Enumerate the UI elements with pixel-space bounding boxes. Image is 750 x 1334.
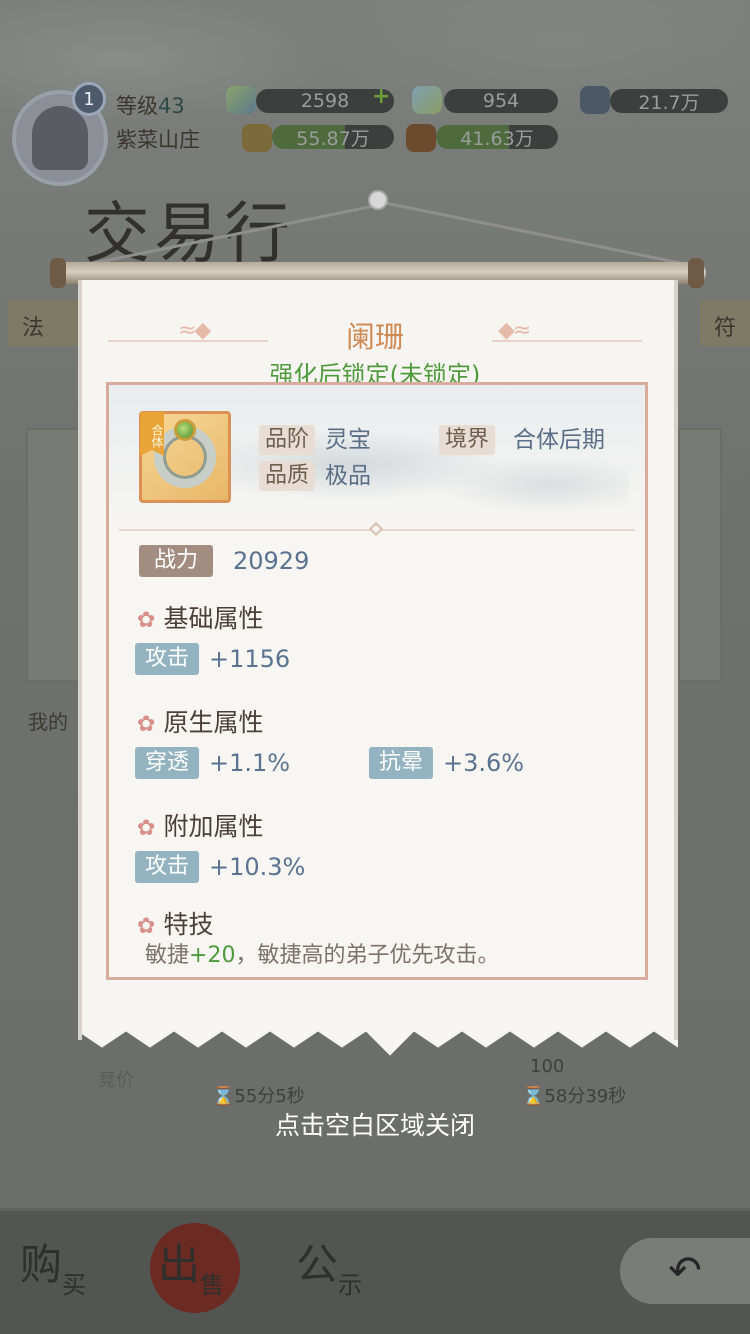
realm-value: 合体后期 bbox=[513, 427, 605, 453]
gold-value: 55.87万 bbox=[272, 125, 394, 150]
bottom-nav: 购买 出售 公示 ↶ bbox=[0, 1208, 750, 1334]
quality-value: 极品 bbox=[325, 463, 371, 489]
skill-suffix: ，敏捷高的弟子优先攻击。 bbox=[235, 943, 500, 968]
grade-value: 灵宝 bbox=[325, 427, 371, 453]
timer-left: ⌛55分5秒 bbox=[212, 1086, 305, 1107]
item-name: 阑珊 bbox=[345, 320, 404, 354]
flower-icon: ✿ bbox=[137, 816, 156, 841]
back-button[interactable]: ↶ bbox=[620, 1238, 750, 1304]
scroll-edge-right bbox=[674, 280, 678, 1040]
nav-notice-big: 公 bbox=[296, 1240, 339, 1289]
native-stat-value: +3.6% bbox=[443, 749, 525, 777]
power-value: 20929 bbox=[233, 547, 310, 575]
realm-label: 境界 bbox=[439, 425, 496, 455]
flower-icon: ✿ bbox=[137, 712, 156, 737]
spirit-stone-icon bbox=[226, 86, 256, 114]
scroll-rod-end-right bbox=[688, 258, 704, 288]
add-spirit-stone-button[interactable]: + bbox=[372, 84, 390, 109]
base-stat-label: 攻击 bbox=[135, 643, 200, 675]
level-value: 43 bbox=[158, 94, 185, 118]
crystal-icon bbox=[412, 86, 442, 114]
wood-icon bbox=[406, 124, 436, 152]
nav-sell-big: 出 bbox=[158, 1240, 201, 1289]
nav-sell[interactable]: 出售 bbox=[158, 1231, 224, 1299]
nav-sell-small: 售 bbox=[200, 1271, 225, 1299]
flower-icon: ✿ bbox=[137, 914, 156, 939]
native-attributes-title: ✿ 原生属性 bbox=[137, 703, 263, 739]
player-hud: 1 等级43 紫菜山庄 2598 + 954 21.7万 55.87万 41.6… bbox=[0, 72, 750, 186]
timer-right: ⌛58分39秒 bbox=[522, 1086, 627, 1107]
nav-notice[interactable]: 公示 bbox=[296, 1231, 362, 1299]
skill-bonus: +20 bbox=[189, 943, 236, 968]
item-icon: 合体 bbox=[139, 411, 231, 503]
ore-icon bbox=[580, 86, 610, 114]
timer-right-count: 100 bbox=[530, 1056, 565, 1077]
my-listings-label: 我的 bbox=[28, 710, 68, 734]
skill-description: 敏捷+20，敏捷高的弟子优先攻击。 bbox=[145, 937, 499, 969]
back-arrow-icon: ↶ bbox=[668, 1248, 702, 1294]
sect-name: 紫菜山庄 bbox=[116, 128, 200, 152]
nav-notice-small: 示 bbox=[338, 1271, 363, 1299]
crystal-value: 954 bbox=[444, 89, 558, 113]
nav-buy[interactable]: 购买 bbox=[20, 1231, 86, 1299]
power-label: 战力 bbox=[139, 545, 213, 577]
scroll-edge-left bbox=[78, 280, 82, 1040]
ore-value: 21.7万 bbox=[610, 89, 728, 114]
level-text: 等级 bbox=[116, 94, 158, 118]
extra-attributes-label: 附加属性 bbox=[163, 812, 264, 841]
scroll-rod-end-left bbox=[50, 258, 66, 288]
native-attributes-label: 原生属性 bbox=[163, 708, 264, 737]
skill-title: ✿ 特技 bbox=[137, 905, 213, 941]
item-info-panel: 合体 品阶 灵宝 境界 合体后期 品质 极品 战力 20929 ✿ 基础属性 攻击… bbox=[106, 382, 648, 980]
native-stat-value: +1.1% bbox=[209, 749, 291, 777]
extra-stat-label: 攻击 bbox=[135, 851, 200, 883]
native-stat-label: 抗晕 bbox=[369, 747, 434, 779]
avatar-portrait bbox=[32, 106, 88, 170]
base-attributes-title: ✿ 基础属性 bbox=[137, 599, 263, 635]
background-panel-right bbox=[678, 428, 722, 682]
gold-icon bbox=[242, 124, 272, 152]
base-attributes-label: 基础属性 bbox=[163, 604, 264, 633]
hanging-nail-icon bbox=[368, 190, 388, 210]
rank-badge: 1 bbox=[72, 82, 106, 116]
item-info-header: 合体 品阶 灵宝 境界 合体后期 品质 极品 bbox=[109, 385, 645, 531]
bid-label: 竞价 bbox=[98, 1070, 134, 1091]
nav-buy-big: 购 bbox=[20, 1240, 63, 1289]
tier-tag: 合体 bbox=[140, 412, 164, 456]
extra-stat-value: +10.3% bbox=[209, 853, 306, 881]
skill-label: 特技 bbox=[163, 910, 214, 939]
quality-label: 品质 bbox=[259, 461, 316, 491]
level-label: 等级43 bbox=[116, 90, 185, 120]
nav-buy-small: 买 bbox=[62, 1271, 87, 1299]
ring-gem-icon bbox=[174, 419, 196, 441]
close-hint[interactable]: 点击空白区域关闭 bbox=[0, 1106, 750, 1142]
wood-value: 41.63万 bbox=[436, 125, 558, 150]
grade-label: 品阶 bbox=[259, 425, 316, 455]
extra-attributes-title: ✿ 附加属性 bbox=[137, 807, 263, 843]
native-stat-label: 穿透 bbox=[135, 747, 200, 779]
mountain-mist-decoration bbox=[169, 395, 629, 515]
base-stat-value: +1156 bbox=[209, 645, 291, 673]
skill-prefix: 敏捷 bbox=[145, 943, 190, 968]
flower-icon: ✿ bbox=[137, 608, 156, 633]
